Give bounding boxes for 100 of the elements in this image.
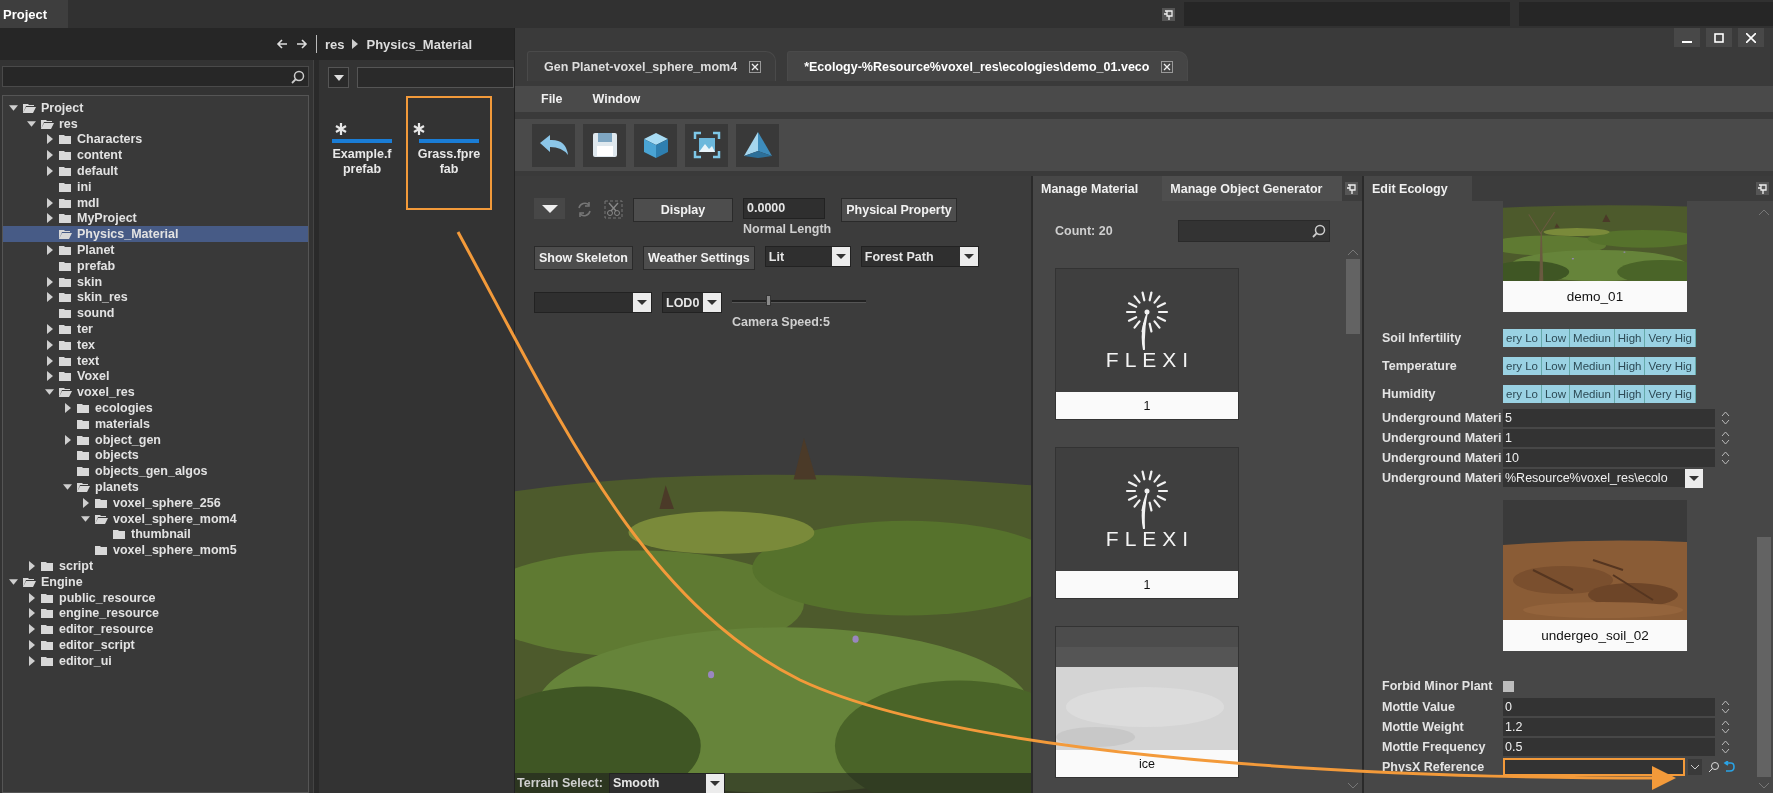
tree-item[interactable]: Physics_Material xyxy=(3,226,308,243)
dropdown[interactable] xyxy=(534,292,652,313)
menu-item[interactable]: File xyxy=(541,92,563,106)
collapsed-arrow-icon[interactable] xyxy=(82,497,89,508)
collapsed-arrow-icon[interactable] xyxy=(46,355,53,366)
collapsed-arrow-icon[interactable] xyxy=(28,592,35,603)
undo-button[interactable] xyxy=(532,123,575,167)
level-option[interactable]: High xyxy=(1614,385,1646,403)
tree-item[interactable]: objects xyxy=(3,447,308,464)
collapsed-arrow-icon[interactable] xyxy=(28,624,35,635)
spinner-icon[interactable] xyxy=(1721,450,1730,466)
scrollbar-thumb[interactable] xyxy=(1346,259,1360,334)
close-icon[interactable] xyxy=(749,60,762,73)
shading-dropdown[interactable]: Lit xyxy=(764,246,851,267)
tree-item[interactable]: res xyxy=(3,115,308,132)
minimize-button[interactable] xyxy=(1674,28,1700,47)
revert-icon[interactable] xyxy=(1723,761,1735,773)
tree-item[interactable]: voxel_sphere_mom5 xyxy=(3,542,308,559)
checkbox[interactable] xyxy=(1503,680,1514,692)
save-button[interactable] xyxy=(583,123,626,167)
refresh-icon[interactable] xyxy=(575,200,594,219)
tree-item[interactable]: editor_ui xyxy=(3,652,308,669)
tree-item[interactable]: materials xyxy=(3,415,308,432)
level-option[interactable]: Mediun xyxy=(1570,385,1615,403)
spinner-icon[interactable] xyxy=(1721,739,1730,755)
collapsed-arrow-icon[interactable] xyxy=(46,339,53,350)
expanded-arrow-icon[interactable] xyxy=(45,389,54,396)
tree-item[interactable]: voxel_sphere_256 xyxy=(3,494,308,511)
collapsed-arrow-icon[interactable] xyxy=(28,561,35,571)
close-button[interactable] xyxy=(1738,28,1764,47)
search-field[interactable] xyxy=(2,66,309,87)
tree-item[interactable]: skin_res xyxy=(3,289,308,306)
editor-tab[interactable]: Gen Planet-voxel_sphere_mom4 xyxy=(527,51,777,81)
collapsed-arrow-icon[interactable] xyxy=(46,150,53,161)
forward-arrow-icon[interactable] xyxy=(295,38,308,50)
tree-item[interactable]: mdl xyxy=(3,194,308,211)
filter-dropdown[interactable] xyxy=(328,67,349,88)
level-option[interactable]: Mediun xyxy=(1570,329,1615,347)
back-arrow-icon[interactable] xyxy=(275,38,288,50)
expanded-arrow-icon[interactable] xyxy=(9,578,18,585)
tree-item[interactable]: voxel_sphere_mom4 xyxy=(3,510,308,527)
number-field[interactable]: 1.2 xyxy=(1503,718,1715,736)
image-button[interactable] xyxy=(685,123,728,167)
spinner-icon[interactable] xyxy=(1721,699,1730,715)
file-tile[interactable]: Grass.fpre fab xyxy=(406,96,492,210)
tree-item[interactable]: text xyxy=(3,352,308,369)
menu-item[interactable]: Window xyxy=(592,92,641,106)
physical-property-button[interactable]: Physical Property xyxy=(841,198,957,222)
level-option[interactable]: Very Hig xyxy=(1645,357,1696,375)
close-icon[interactable] xyxy=(1161,60,1174,73)
spinner-icon[interactable] xyxy=(1721,410,1730,426)
search-icon[interactable] xyxy=(290,68,306,85)
level-option[interactable]: High xyxy=(1614,357,1646,375)
collapsed-arrow-icon[interactable] xyxy=(28,655,35,666)
tree-item[interactable]: MyProject xyxy=(3,210,308,227)
search-icon[interactable] xyxy=(1311,223,1327,239)
tree-item[interactable]: ini xyxy=(3,179,308,195)
search-icon[interactable] xyxy=(1708,761,1720,773)
collapsed-arrow-icon[interactable] xyxy=(28,608,35,619)
expanded-arrow-icon[interactable] xyxy=(63,484,72,490)
collapsed-arrow-icon[interactable] xyxy=(46,292,53,303)
collapsed-arrow-icon[interactable] xyxy=(46,371,53,382)
tree-item[interactable]: objects_gen_algos xyxy=(3,463,308,480)
number-field[interactable]: 5 xyxy=(1503,409,1715,427)
lod-dropdown[interactable]: LOD0 xyxy=(662,292,722,313)
level-option[interactable]: Very Hig xyxy=(1645,329,1696,347)
collapsed-arrow-icon[interactable] xyxy=(46,276,53,287)
collapsed-arrow-icon[interactable] xyxy=(46,197,53,208)
tree-item[interactable]: editor_resource xyxy=(3,621,308,638)
collapsed-arrow-icon[interactable] xyxy=(64,434,71,445)
panel-tab[interactable]: Manage Object Generator xyxy=(1162,176,1343,201)
level-option[interactable]: Low xyxy=(1541,357,1571,375)
tree-item[interactable]: Engine xyxy=(3,573,308,590)
tree-item[interactable]: planets xyxy=(3,479,308,495)
collapsed-arrow-icon[interactable] xyxy=(46,166,53,177)
breadcrumb-link[interactable]: Physics_Material xyxy=(366,36,472,52)
spinner-icon[interactable] xyxy=(1721,719,1730,735)
material-card[interactable]: FLEXI 1 xyxy=(1055,447,1239,599)
level-option[interactable]: Low xyxy=(1541,329,1571,347)
expanded-arrow-icon[interactable] xyxy=(81,515,90,522)
collapsed-arrow-icon[interactable] xyxy=(64,403,71,414)
panel-tab[interactable]: Edit Ecology xyxy=(1364,176,1472,201)
tree-item[interactable]: default xyxy=(3,163,308,179)
maximize-button[interactable] xyxy=(1706,28,1732,47)
tree-item[interactable]: engine_resource xyxy=(3,605,308,622)
tree-item[interactable]: ecologies xyxy=(3,400,308,416)
material-card[interactable]: ice xyxy=(1055,626,1239,778)
collapsed-arrow-icon[interactable] xyxy=(28,640,35,650)
tree-item[interactable]: object_gen xyxy=(3,431,308,448)
tree-item[interactable]: content xyxy=(3,147,308,164)
tree-item[interactable]: tex xyxy=(3,336,308,353)
breadcrumb-link[interactable]: res xyxy=(324,36,345,52)
weather-settings-button[interactable]: Weather Settings xyxy=(642,246,755,270)
slider-thumb[interactable] xyxy=(766,295,772,306)
collapsed-arrow-icon[interactable] xyxy=(46,245,53,256)
file-tile[interactable]: Example.f prefab xyxy=(328,96,396,210)
pyramid-button[interactable] xyxy=(736,123,779,167)
pin-icon[interactable] xyxy=(1162,7,1175,21)
scene-dropdown[interactable]: Forest Path xyxy=(860,246,979,267)
tree-item[interactable]: editor_script xyxy=(3,637,308,653)
